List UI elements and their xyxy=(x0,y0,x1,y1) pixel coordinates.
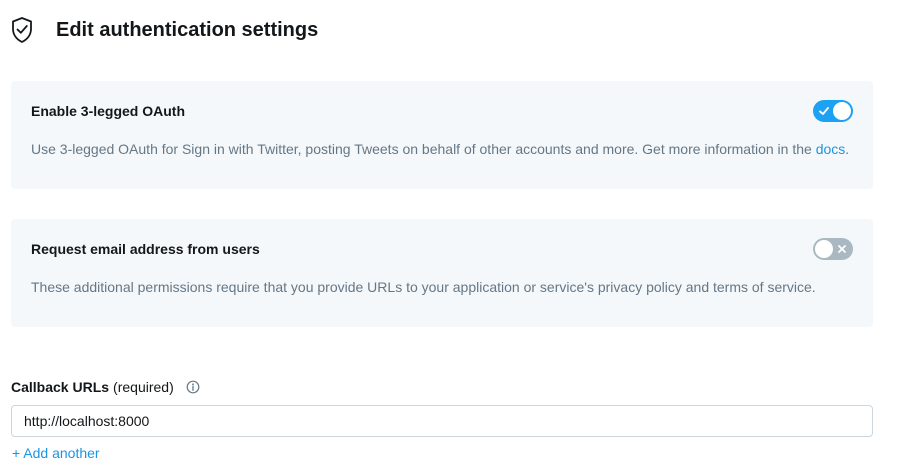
shield-check-icon xyxy=(10,15,34,45)
toggle-knob xyxy=(815,240,833,258)
oauth-description-end: . xyxy=(845,141,850,157)
oauth-setting-description: Use 3-legged OAuth for Sign in with Twit… xyxy=(31,141,849,157)
oauth-toggle[interactable] xyxy=(813,100,853,122)
callback-url-input[interactable] xyxy=(11,405,873,437)
oauth-setting-card: Enable 3-legged OAuth Use 3-legged OAuth… xyxy=(11,81,873,189)
email-toggle[interactable] xyxy=(813,238,853,260)
required-qualifier: (required) xyxy=(113,379,174,395)
close-icon xyxy=(835,242,849,256)
oauth-setting-title: Enable 3-legged OAuth xyxy=(31,103,186,119)
docs-link[interactable]: docs xyxy=(816,141,846,157)
toggle-knob xyxy=(833,102,851,120)
callback-urls-label: Callback URLs (required) xyxy=(11,379,200,395)
callback-urls-title: Callback URLs xyxy=(11,379,110,395)
auth-settings-page: Edit authentication settings Enable 3-le… xyxy=(0,0,899,475)
email-setting-title: Request email address from users xyxy=(31,241,260,257)
info-icon[interactable] xyxy=(186,380,200,394)
email-setting-card: Request email address from users These a… xyxy=(11,219,873,327)
email-setting-description: These additional permissions require tha… xyxy=(31,279,816,295)
oauth-description-text: Use 3-legged OAuth for Sign in with Twit… xyxy=(31,141,816,157)
checkmark-icon xyxy=(817,104,831,118)
page-title: Edit authentication settings xyxy=(56,18,319,41)
page-header: Edit authentication settings xyxy=(10,15,318,45)
add-another-link[interactable]: + Add another xyxy=(12,445,100,461)
